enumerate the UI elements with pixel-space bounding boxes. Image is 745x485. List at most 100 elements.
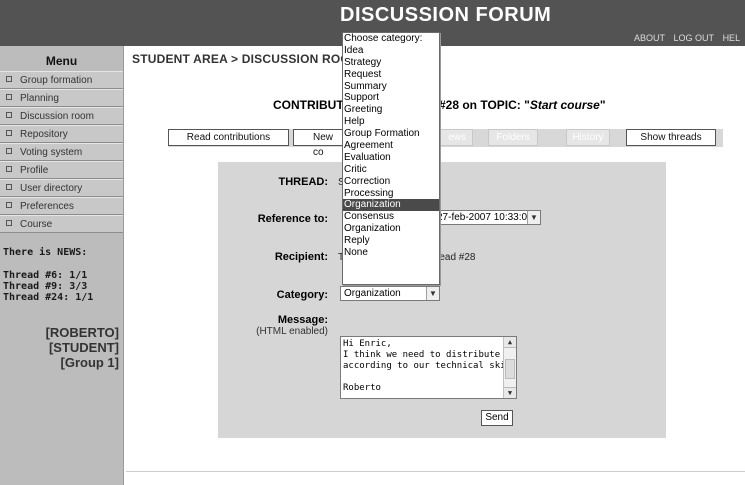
category-option[interactable]: Choose category:: [343, 33, 439, 45]
category-option[interactable]: Idea: [343, 45, 439, 57]
user-name: [ROBERTO]: [45, 325, 119, 340]
sidebar-item-discussion-room[interactable]: Discussion room: [0, 107, 123, 125]
message-textarea[interactable]: Hi Enric, I think we need to distribute …: [340, 336, 517, 399]
category-option[interactable]: None: [343, 247, 439, 259]
sidebar-item-label: Course: [20, 219, 53, 230]
message-line: according to our technical skills.: [343, 361, 517, 371]
category-option[interactable]: Strategy: [343, 57, 439, 69]
message-line: I think we need to distribute the tasks: [343, 350, 516, 360]
category-option[interactable]: Evaluation: [343, 152, 439, 164]
news-item-thread-24[interactable]: Thread #24: 1/1: [3, 292, 123, 303]
sidebar-item-profile[interactable]: Profile: [0, 161, 123, 179]
sidebar-item-label: Discussion room: [20, 111, 94, 122]
reference-label: Reference to:: [257, 213, 328, 225]
category-label: Category:: [276, 289, 328, 301]
news-panel: There is NEWS: Thread #6: 1/1 Thread #9:…: [0, 247, 123, 303]
category-select[interactable]: Organization ▼: [340, 286, 440, 301]
bullet-icon: [6, 166, 12, 172]
reference-select[interactable]: 27-feb-2007 10:33:07 ▼: [433, 210, 541, 225]
message-line: Hi Enric,: [343, 339, 392, 349]
sidebar-item-course[interactable]: Course: [0, 215, 123, 233]
user-group: [Group 1]: [60, 355, 120, 370]
sidebar-item-planning[interactable]: Planning: [0, 89, 123, 107]
contribution-topic-quote: ": [599, 98, 606, 112]
message-label: Message: (HTML enabled): [218, 314, 328, 337]
category-option[interactable]: Critic: [343, 164, 439, 176]
sidebar-item-label: Group formation: [20, 75, 93, 86]
message-scrollbar[interactable]: ▲ ▼: [503, 337, 516, 398]
send-button[interactable]: Send: [481, 410, 513, 426]
thread-label: THREAD:: [278, 176, 329, 188]
breadcrumb: STUDENT AREA > DISCUSSION ROOM: [132, 52, 361, 66]
nav-bar: Read contributions New co ews Folders Hi…: [168, 129, 723, 158]
sidebar-item-preferences[interactable]: Preferences: [0, 197, 123, 215]
logout-link[interactable]: LOG OUT: [674, 33, 715, 43]
sidebar-item-group-formation[interactable]: Group formation: [0, 71, 123, 89]
bullet-icon: [6, 76, 12, 82]
sidebar: Menu Group formation Planning Discussion…: [0, 46, 124, 485]
history-button[interactable]: History: [566, 129, 610, 146]
contribution-topic-prefix: #28 on TOPIC: ": [439, 98, 530, 112]
category-option[interactable]: Greeting: [343, 104, 439, 116]
about-link[interactable]: ABOUT: [634, 33, 665, 43]
news-item-thread-9[interactable]: Thread #9: 3/3: [3, 281, 123, 292]
contribution-topic: Start course: [529, 98, 600, 112]
sidebar-item-label: User directory: [20, 183, 83, 194]
category-option[interactable]: Help: [343, 116, 439, 128]
category-option[interactable]: Reply: [343, 235, 439, 247]
message-label-hint: (HTML enabled): [256, 326, 328, 337]
bullet-icon: [6, 112, 12, 118]
reference-select-value: 27-feb-2007 10:33:07: [437, 212, 533, 223]
news-title: There is NEWS:: [3, 247, 88, 258]
contribution-title-start: CONTRIBUT: [273, 98, 344, 112]
bullet-icon: [6, 184, 12, 190]
bullet-icon: [6, 148, 12, 154]
category-option[interactable]: Request: [343, 69, 439, 81]
folders-button[interactable]: Folders: [488, 129, 538, 146]
user-info: [ROBERTO] [STUDENT] [Group 1]: [46, 325, 119, 370]
category-option[interactable]: Group Formation: [343, 128, 439, 140]
category-dropdown-list[interactable]: Choose category: Idea Strategy Request S…: [342, 32, 440, 285]
sidebar-item-user-directory[interactable]: User directory: [0, 179, 123, 197]
category-option[interactable]: Consensus: [343, 211, 439, 223]
sidebar-item-label: Preferences: [20, 201, 74, 212]
category-option[interactable]: Processing: [343, 188, 439, 200]
show-threads-button[interactable]: Show threads: [626, 129, 716, 146]
category-option[interactable]: Agreement: [343, 140, 439, 152]
category-option[interactable]: Correction: [343, 176, 439, 188]
user-role: [STUDENT]: [48, 340, 119, 355]
site-title: DISCUSSION FORUM: [340, 4, 552, 26]
new-contribution-button[interactable]: New co: [293, 129, 343, 158]
read-contributions-button[interactable]: Read contributions: [168, 129, 289, 146]
message-line: [343, 372, 500, 383]
footer-divider: [126, 471, 745, 472]
message-label-title: Message:: [277, 314, 328, 326]
chevron-down-icon: ▼: [426, 287, 439, 300]
sidebar-item-repository[interactable]: Repository: [0, 125, 123, 143]
sidebar-item-label: Planning: [20, 93, 59, 104]
sidebar-item-label: Profile: [20, 165, 49, 176]
menu-title: Menu: [45, 54, 78, 68]
top-links: ABOUT LOG OUT HEL: [634, 33, 745, 43]
scroll-down-icon[interactable]: ▼: [504, 387, 516, 398]
news-item-thread-6[interactable]: Thread #6: 1/1: [3, 270, 123, 281]
category-option-selected[interactable]: Organization: [343, 199, 439, 212]
message-line: Roberto: [343, 383, 381, 393]
scroll-up-icon[interactable]: ▲: [504, 337, 516, 348]
sidebar-item-label: Voting system: [20, 147, 83, 158]
bullet-icon: [6, 130, 12, 136]
category-select-value: Organization: [344, 288, 401, 299]
contribution-title-end: #28 on TOPIC: "Start course": [439, 98, 606, 112]
bullet-icon: [6, 94, 12, 100]
category-option[interactable]: Organization: [343, 223, 439, 235]
scroll-thumb[interactable]: [505, 359, 515, 379]
category-option[interactable]: Summary: [343, 81, 439, 93]
category-option[interactable]: Support: [343, 92, 439, 104]
sidebar-item-label: Repository: [20, 129, 68, 140]
bullet-icon: [6, 202, 12, 208]
sidebar-item-voting-system[interactable]: Voting system: [0, 143, 123, 161]
recipient-value-end: read #28: [436, 252, 476, 263]
bullet-icon: [6, 220, 12, 226]
help-link[interactable]: HEL: [723, 33, 741, 43]
chevron-down-icon: ▼: [527, 211, 540, 224]
